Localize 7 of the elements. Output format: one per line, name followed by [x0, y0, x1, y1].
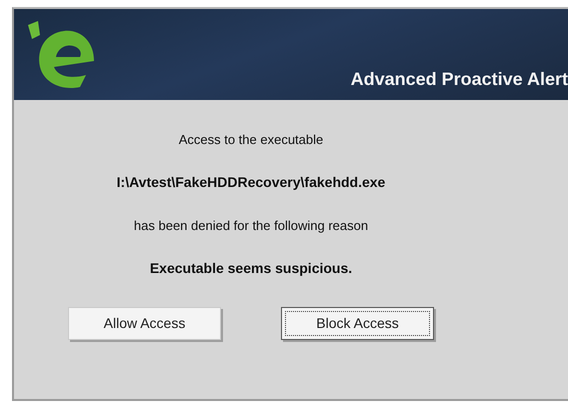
- emphasized-message: Executable seems suspicious.: [150, 259, 352, 278]
- emphasized-message: I:\Avtest\FakeHDDRecovery\fakehdd.exe: [116, 173, 386, 192]
- action-button[interactable]: Block Access: [281, 307, 434, 340]
- message-text: has been denied for the following reason: [134, 217, 368, 235]
- window-title: Advanced Proactive Alert: [350, 68, 568, 91]
- message-text: Access to the executable: [178, 131, 324, 149]
- action-button[interactable]: Allow Access: [68, 307, 221, 340]
